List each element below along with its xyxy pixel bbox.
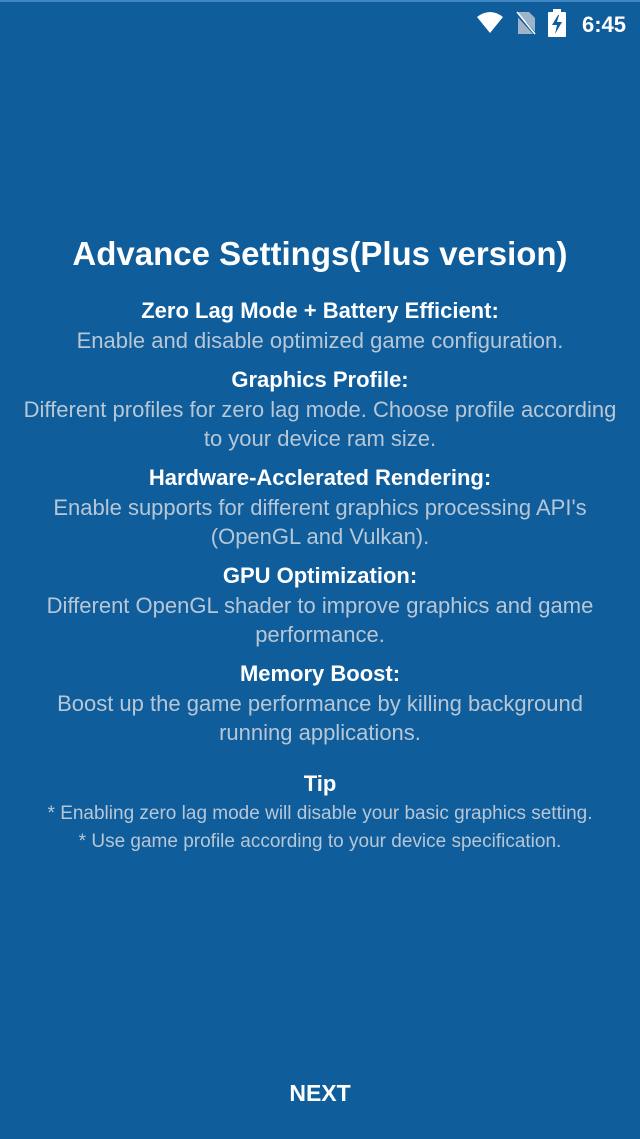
battery-charging-icon: [547, 8, 566, 42]
feature-title: Hardware-Acclerated Rendering:: [148, 465, 492, 490]
status-time: 6:45: [581, 12, 626, 37]
feature-title: GPU Optimization:: [222, 563, 418, 588]
next-button[interactable]: NEXT: [269, 1074, 370, 1113]
status-icons: 6:45: [476, 8, 626, 42]
feature-graphics-profile: Graphics Profile: Different profiles for…: [0, 365, 640, 453]
tip-line: * Use game profile according to your dev…: [78, 831, 562, 852]
feature-description: Different profiles for zero lag mode. Ch…: [23, 397, 617, 451]
feature-zero-lag: Zero Lag Mode + Battery Efficient: Enabl…: [0, 296, 640, 355]
status-bar: 6:45: [0, 0, 640, 46]
tip-section: Tip * Enabling zero lag mode will disabl…: [0, 769, 640, 855]
feature-title: Zero Lag Mode + Battery Efficient:: [141, 298, 499, 323]
page-title: Advance Settings(Plus version): [72, 235, 568, 272]
feature-description: Boost up the game performance by killing…: [57, 691, 583, 745]
settings-info: Advance Settings(Plus version) Zero Lag …: [0, 232, 640, 857]
tip-title: Tip: [303, 771, 337, 796]
feature-title: Memory Boost:: [239, 661, 401, 686]
wifi-icon: [476, 11, 504, 40]
feature-description: Enable and disable optimized game config…: [76, 328, 564, 353]
feature-gpu-optimization: GPU Optimization: Different OpenGL shade…: [0, 561, 640, 649]
feature-hardware-rendering: Hardware-Acclerated Rendering: Enable su…: [0, 463, 640, 551]
feature-description: Enable supports for different graphics p…: [53, 495, 587, 549]
feature-description: Different OpenGL shader to improve graph…: [46, 593, 594, 647]
no-sim-icon: [514, 11, 538, 40]
feature-memory-boost: Memory Boost: Boost up the game performa…: [0, 659, 640, 747]
feature-title: Graphics Profile:: [231, 367, 409, 392]
tip-line: * Enabling zero lag mode will disable yo…: [47, 803, 593, 824]
